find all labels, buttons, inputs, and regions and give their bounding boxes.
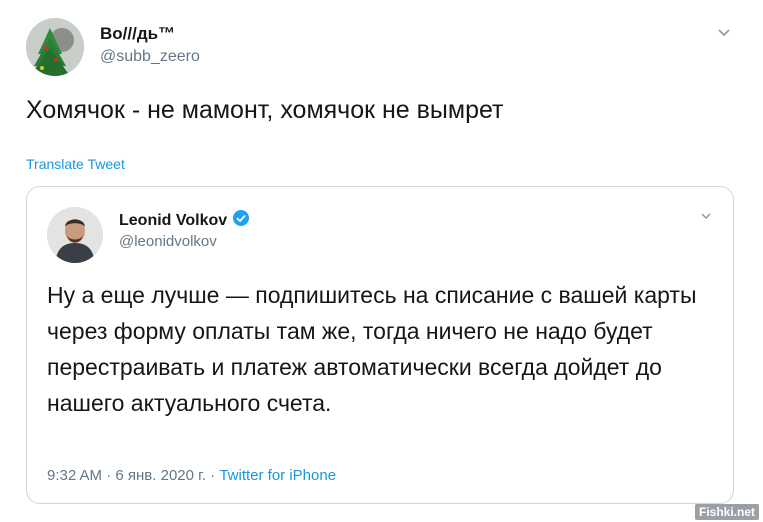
verified-badge-icon: [232, 209, 250, 232]
tweet-date[interactable]: 6 янв. 2020 г.: [115, 467, 206, 484]
tweet: Во///дь™ @subb_zeero Хомячок - не мамонт…: [0, 0, 763, 522]
quoted-author-handle[interactable]: @leonidvolkov: [119, 233, 217, 250]
quoted-tweet[interactable]: Leonid Volkov @leonidvolkov Ну а еще луч…: [26, 186, 734, 504]
tweet-source-link[interactable]: Twitter for iPhone: [219, 467, 336, 484]
quoted-author-name-text: Leonid Volkov: [119, 211, 228, 229]
quoted-tweet-meta: 9:32 AM · 6 янв. 2020 г. · Twitter for i…: [47, 467, 336, 484]
translate-tweet-link[interactable]: Translate Tweet: [26, 156, 125, 172]
meta-separator: ·: [210, 467, 216, 484]
quoted-author-name[interactable]: Leonid Volkov: [119, 209, 250, 232]
author-handle[interactable]: @subb_zeero: [100, 48, 200, 66]
meta-separator: ·: [106, 467, 112, 484]
chevron-down-icon[interactable]: [699, 209, 713, 223]
profile-photo-avatar-icon[interactable]: [47, 207, 103, 263]
chevron-down-icon[interactable]: [716, 24, 732, 40]
quoted-tweet-text: Ну а еще лучше — подпишитесь на списание…: [47, 282, 697, 416]
tweet-time[interactable]: 9:32 AM: [47, 467, 102, 484]
author-name[interactable]: Во///дь™: [100, 24, 175, 44]
tweet-text: Хомячок - не мамонт, хомячок не вымрет: [26, 96, 504, 124]
watermark: Fishki.net: [694, 504, 759, 520]
christmas-tree-avatar-icon[interactable]: [26, 18, 84, 76]
